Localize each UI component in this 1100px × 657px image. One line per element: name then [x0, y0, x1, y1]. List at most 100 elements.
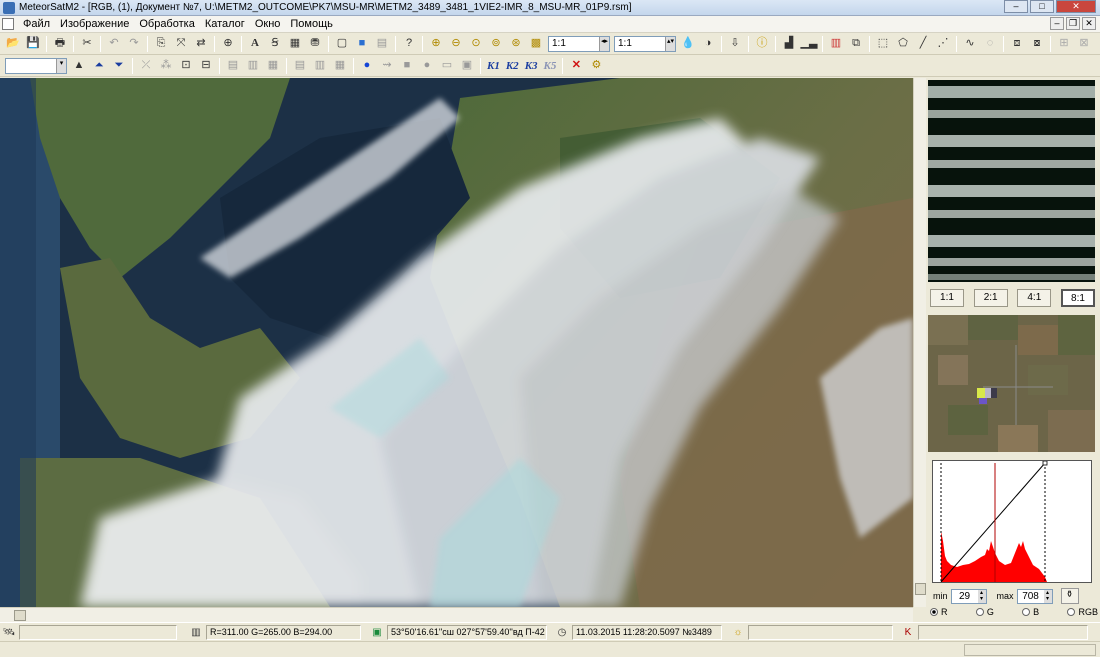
menu-help[interactable]: Помощь	[285, 18, 338, 30]
chart-icon[interactable]: ▁▃	[801, 36, 818, 52]
arrow-link-icon[interactable]: ⇝	[379, 58, 395, 74]
minimize-button[interactable]: –	[1004, 0, 1028, 13]
menu-image[interactable]: Изображение	[55, 18, 134, 30]
k5-button[interactable]: K5	[544, 60, 557, 72]
zoom-combo-1-arrows[interactable]: ◂▸	[599, 36, 609, 51]
rect-select-icon[interactable]: ⬚	[875, 36, 891, 52]
layer-dropdown[interactable]: ▾	[5, 57, 67, 74]
swap-icon[interactable]: ⇄	[193, 36, 209, 52]
channel-b[interactable]: B	[1022, 607, 1039, 617]
export-icon[interactable]: ⇩	[727, 36, 743, 52]
radio-b[interactable]	[1022, 608, 1031, 616]
window-icon[interactable]: ⧇	[1029, 36, 1045, 52]
text-style-icon[interactable]: Ꞩ	[267, 36, 283, 52]
chevron-down-icon[interactable]: ▾	[56, 58, 66, 73]
delete-icon[interactable]: ✕	[568, 58, 584, 74]
vertical-scroll-thumb[interactable]	[915, 583, 926, 595]
mdi-close-button[interactable]: ✕	[1082, 17, 1096, 30]
line-icon[interactable]: ╱	[915, 36, 931, 52]
channel-up-icon[interactable]: ⏶	[91, 58, 107, 74]
zoom-combo-2-arrows[interactable]: ▴▾	[665, 36, 675, 51]
overlay-icon[interactable]: ⧈	[1009, 36, 1025, 52]
menu-catalog[interactable]: Каталог	[200, 18, 250, 30]
band-2-icon[interactable]: ▥	[245, 58, 261, 74]
document-icon[interactable]	[2, 18, 14, 30]
zoom-2-icon[interactable]: ⊛	[508, 36, 524, 52]
grid-select-icon[interactable]: ▩	[528, 36, 544, 52]
blue-dot-icon[interactable]: ●	[359, 58, 375, 74]
frame-icon[interactable]: ▭	[439, 58, 455, 74]
max-input[interactable]: 708 ▴ ▾	[1016, 588, 1053, 604]
help-icon[interactable]: ?	[401, 36, 417, 52]
doc-icon[interactable]: ▤	[374, 36, 390, 52]
channel-down-icon[interactable]: ⏷	[111, 58, 127, 74]
settings-icon[interactable]: ⚙	[588, 58, 604, 74]
horizontal-scroll-thumb[interactable]	[14, 610, 26, 621]
drop-icon[interactable]: 💧	[680, 36, 696, 52]
circle-icon[interactable]: ●	[419, 58, 435, 74]
min-spinner[interactable]: ▴ ▾	[977, 589, 986, 603]
auto-level-button[interactable]: ⚱	[1060, 588, 1079, 604]
transform-icon[interactable]: ⤧	[173, 36, 189, 52]
contrast-icon[interactable]: ◑	[700, 36, 716, 52]
magnifier-view[interactable]	[928, 315, 1095, 452]
zoom-2x-button[interactable]: 2:1	[973, 289, 1008, 307]
zoom-1-icon[interactable]: ⊚	[488, 36, 504, 52]
band-4-icon[interactable]: ▤	[292, 58, 308, 74]
square-icon[interactable]: ■	[399, 58, 415, 74]
tile-icon[interactable]: ⊞	[1056, 36, 1072, 52]
menu-processing[interactable]: Обработка	[134, 18, 199, 30]
poly-select-icon[interactable]: ⬠	[895, 36, 911, 52]
compare-icon[interactable]: ⧉	[848, 36, 864, 52]
k1-button[interactable]: K1	[487, 60, 500, 72]
zoom-combo-2[interactable]: 1:1 ▴▾	[614, 35, 676, 52]
radio-g[interactable]	[975, 608, 984, 616]
palette-icon[interactable]: ▥	[828, 36, 844, 52]
tool-b-icon[interactable]: ⁂	[158, 58, 174, 74]
cube-icon[interactable]: ■	[354, 36, 370, 52]
overview-navigator[interactable]	[928, 80, 1095, 282]
histogram-icon[interactable]: ▟	[781, 36, 797, 52]
print-icon[interactable]: 🖶	[52, 36, 68, 52]
open-icon[interactable]: 📂	[5, 36, 21, 52]
tool-c-icon[interactable]: ⊡	[178, 58, 194, 74]
zoom-in-icon[interactable]: ⊕	[428, 36, 444, 52]
channel-rgb[interactable]: RGB	[1067, 607, 1098, 617]
copy-icon[interactable]: ⎘	[153, 36, 169, 52]
zoom-combo-1[interactable]: 1:1 ◂▸	[548, 35, 610, 52]
band-1-icon[interactable]: ▤	[225, 58, 241, 74]
min-input[interactable]: 29 ▴ ▾	[950, 588, 987, 604]
band-5-icon[interactable]: ▥	[312, 58, 328, 74]
band-3-icon[interactable]: ▦	[265, 58, 281, 74]
clear-icon[interactable]: ⊠	[1076, 36, 1092, 52]
tool-a-icon[interactable]: ⤫	[138, 58, 154, 74]
curve-icon[interactable]: ∿	[962, 36, 978, 52]
channel-g[interactable]: G	[975, 607, 994, 617]
grid-icon[interactable]: ▦	[287, 36, 303, 52]
text-icon[interactable]: A	[247, 36, 263, 52]
lasso-icon[interactable]: ◌	[982, 36, 998, 52]
satellite-image[interactable]	[0, 78, 913, 607]
zoom-out-icon[interactable]: ⊖	[448, 36, 464, 52]
tool-d-icon[interactable]: ⊟	[198, 58, 214, 74]
vertical-scrollbar[interactable]	[913, 78, 926, 607]
box-icon[interactable]: ▢	[334, 36, 350, 52]
k3-button[interactable]: K3	[525, 60, 538, 72]
mdi-restore-button[interactable]: ❐	[1066, 17, 1080, 30]
zoom-1x-button[interactable]: 1:1	[930, 289, 964, 307]
cut-icon[interactable]: ✂	[79, 36, 95, 52]
redo-icon[interactable]: ↷	[126, 36, 142, 52]
layers-icon[interactable]: ⛃	[307, 36, 323, 52]
max-spinner[interactable]: ▴ ▾	[1043, 589, 1052, 603]
dotted-line-icon[interactable]: ⋰	[935, 36, 951, 52]
band-6-icon[interactable]: ▦	[332, 58, 348, 74]
close-button[interactable]: ✕	[1056, 0, 1096, 13]
channel-r[interactable]: R	[930, 607, 948, 617]
zoom-4x-button[interactable]: 4:1	[1017, 289, 1052, 307]
channel-icon[interactable]: ▲	[71, 58, 87, 74]
histogram[interactable]	[932, 460, 1092, 583]
crosshair-icon[interactable]: ⊕	[220, 36, 236, 52]
info-icon[interactable]: ⓘ	[754, 36, 770, 52]
menu-file[interactable]: Файл	[18, 18, 55, 30]
maximize-button[interactable]: □	[1030, 0, 1054, 13]
